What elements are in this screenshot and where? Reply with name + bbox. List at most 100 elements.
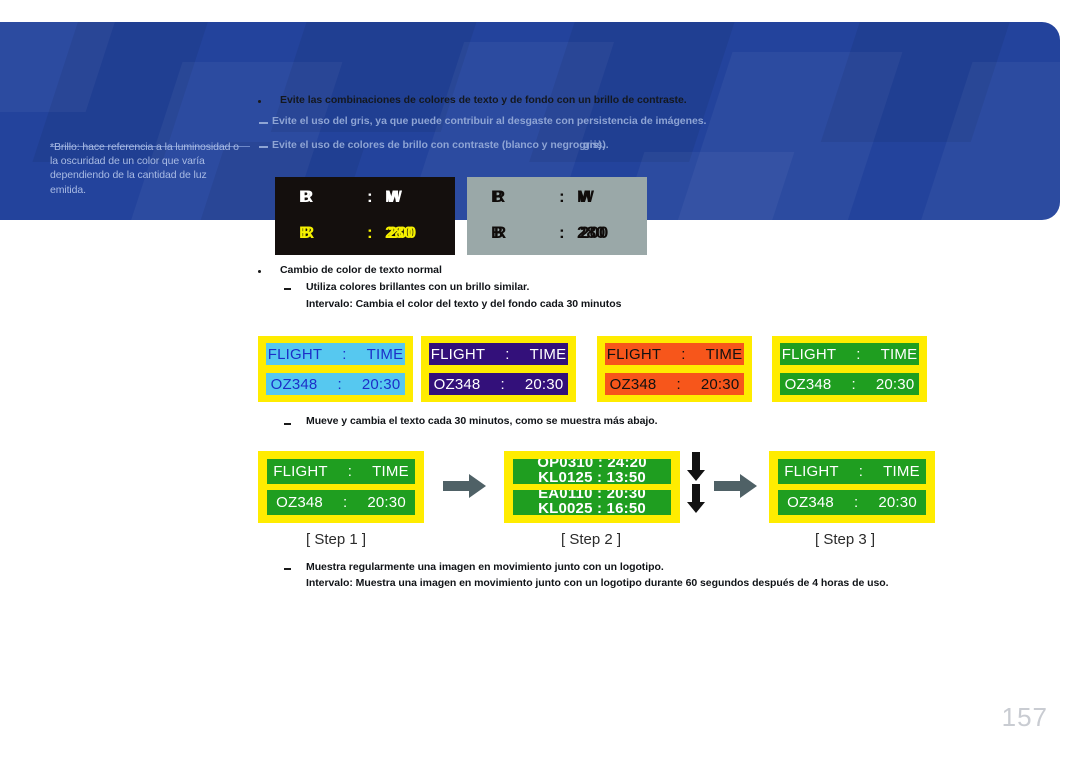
- step3-row-data: OZ348 : 20:30: [778, 490, 926, 515]
- bullet-dash-icon: [284, 288, 291, 290]
- mid-bullet-item-3: Intervalo: Cambia el color del texto y d…: [258, 298, 898, 315]
- board-col-timeval: 20:30: [875, 375, 915, 393]
- board-col-colon: :: [681, 345, 686, 363]
- osd-label: B R: [299, 187, 313, 207]
- board-col-flightno: OZ348: [276, 494, 323, 511]
- step-label-2: [ Step 2 ]: [561, 531, 622, 548]
- osd-row: B R : 280 200: [467, 219, 647, 253]
- step3-row-data-inner: OZ348 : 20:30: [778, 490, 926, 515]
- bottom-bullet-item-2: Intervalo: Muestra una imagen en movimie…: [258, 577, 958, 593]
- board-col-colon: :: [858, 463, 864, 480]
- top-bullet-text-3-base: Evite el uso de colores de brillo con co…: [272, 139, 580, 151]
- board-col-colon: :: [853, 494, 859, 511]
- board-col-flight: FLIGHT: [273, 463, 328, 480]
- bullet-dot-icon: [258, 270, 261, 273]
- bottom-bullet-text-2: Intervalo: Muestra una imagen en movimie…: [306, 577, 889, 589]
- osd-value-overlap: W: [578, 187, 595, 206]
- osd-label: B R: [299, 223, 315, 243]
- top-bullet-item-3: Evite el uso de colores de brillo con co…: [258, 139, 958, 163]
- osd-label-overlap: R: [494, 223, 507, 242]
- flight-board-purple: FLIGHT : TIME OZ348 : 20:30: [421, 336, 576, 402]
- board-col-flight: FLIGHT: [267, 345, 323, 363]
- bottom-bullet-list: Muestra regularmente una imagen en movim…: [258, 561, 958, 593]
- step1-row-header: FLIGHT : TIME: [267, 459, 415, 484]
- step2-row2-line-b: KL0025 : 16:50: [538, 499, 646, 516]
- step1-row-header-inner: FLIGHT : TIME: [267, 459, 415, 484]
- board-row-header: FLIGHT : TIME: [266, 343, 405, 365]
- step2-row-scroll-1: OP0310 : 24:20 KL0125 : 13:50: [513, 459, 671, 484]
- board-col-colon: :: [337, 375, 342, 393]
- osd-row: B R : M W: [275, 183, 455, 217]
- board-row-data: OZ348 : 20:30: [605, 373, 744, 395]
- board-col-timeval: 20:30: [700, 375, 740, 393]
- board-col-flightno: OZ348: [433, 375, 481, 393]
- flight-board-orange: FLIGHT : TIME OZ348 : 20:30: [597, 336, 752, 402]
- step-board-1: FLIGHT : TIME OZ348 : 20:30: [258, 451, 424, 523]
- board-col-colon: :: [856, 345, 861, 363]
- board-col-colon: :: [505, 345, 510, 363]
- mid-bullet-item-2: Utiliza colores brillantes con un brillo…: [258, 281, 898, 298]
- mid-bullet-text-1: Cambio de color de texto normal: [280, 264, 442, 276]
- bullet-dot-icon: [258, 100, 261, 103]
- osd-panel-black: B R : M W B R : 280 200: [275, 177, 455, 255]
- board-col-flightno: OZ348: [270, 375, 318, 393]
- board-col-time: TIME: [529, 345, 567, 363]
- bullet-dash-icon: [259, 146, 268, 148]
- bullet-dash-icon: [259, 122, 268, 124]
- step-label-3: [ Step 3 ]: [815, 531, 876, 548]
- bottom-bullet-text-1: Muestra regularmente una imagen en movim…: [306, 561, 664, 573]
- bullet-dash-icon: [284, 568, 291, 570]
- board-col-timeval: 20:30: [524, 375, 564, 393]
- mid-bullet-text-2: Utiliza colores brillantes con un brillo…: [306, 281, 530, 293]
- osd-row: B R : M W: [467, 183, 647, 217]
- arrow-down-icon: [687, 452, 705, 481]
- bullet-dash-icon: [284, 423, 291, 425]
- board-row-header: FLIGHT : TIME: [780, 343, 919, 365]
- board-col-flight: FLIGHT: [430, 345, 486, 363]
- top-bullet-text-1: Evite las combinaciones de colores de te…: [280, 94, 687, 106]
- step-board-3: FLIGHT : TIME OZ348 : 20:30: [769, 451, 935, 523]
- flight-board-green: FLIGHT : TIME OZ348 : 20:30: [772, 336, 927, 402]
- osd-label-overlap: R: [302, 223, 315, 242]
- side-note: *Brillo: hace referencia a la luminosida…: [50, 140, 245, 197]
- top-bullet-list: Evite las combinaciones de colores de te…: [258, 94, 958, 163]
- board-col-flightno: OZ348: [609, 375, 657, 393]
- board-col-flight: FLIGHT: [606, 345, 662, 363]
- board-col-time: TIME: [705, 345, 743, 363]
- osd-value: 280 200: [577, 223, 609, 243]
- top-bullet-text-2: Evite el uso del gris, ya que puede cont…: [272, 115, 707, 127]
- mid-bullet-item-1: Cambio de color de texto normal: [258, 264, 898, 281]
- board-row-header: FLIGHT : TIME: [605, 343, 744, 365]
- board-col-colon: :: [500, 375, 505, 393]
- step3-row-header: FLIGHT : TIME: [778, 459, 926, 484]
- arrow-right-icon: [443, 474, 486, 498]
- board-col-colon: :: [342, 345, 347, 363]
- osd-value-overlap: 200: [580, 223, 609, 242]
- page-number: 157: [1001, 702, 1048, 732]
- board-row-data: OZ348 : 20:30: [780, 373, 919, 395]
- board-row-header: FLIGHT : TIME: [429, 343, 568, 365]
- osd-colon: :: [559, 187, 565, 206]
- step1-row-data-inner: OZ348 : 20:30: [267, 490, 415, 515]
- board-col-colon: :: [347, 463, 353, 480]
- board-col-flight: FLIGHT: [781, 345, 837, 363]
- arrow-right-icon: [714, 474, 757, 498]
- step-label-1: [ Step 1 ]: [306, 531, 367, 548]
- osd-colon: :: [559, 223, 565, 242]
- osd-value-overlap: 200: [388, 223, 417, 242]
- osd-row: B R : 280 200: [275, 219, 455, 253]
- step-board-2: OP0310 : 24:20 KL0125 : 13:50 EA0110 : 2…: [504, 451, 680, 523]
- flight-board-cyan: FLIGHT : TIME OZ348 : 20:30: [258, 336, 413, 402]
- step2-row1-line-b: KL0125 : 13:50: [538, 468, 646, 485]
- board-col-colon: :: [851, 375, 856, 393]
- board-col-flight: FLIGHT: [784, 463, 839, 480]
- board-col-time: TIME: [366, 345, 404, 363]
- board-col-timeval: 20:30: [878, 494, 917, 511]
- osd-value: M W: [385, 187, 402, 207]
- top-bullet-item-1: Evite las combinaciones de colores de te…: [258, 94, 958, 115]
- mid-bullet-list: Cambio de color de texto normal Utiliza …: [258, 264, 898, 315]
- top-bullet-text-3-tail: gris).: [583, 139, 609, 151]
- board-col-time: TIME: [372, 463, 409, 480]
- top-bullet-item-2: Evite el uso del gris, ya que puede cont…: [258, 115, 958, 139]
- board-col-flightno: OZ348: [787, 494, 834, 511]
